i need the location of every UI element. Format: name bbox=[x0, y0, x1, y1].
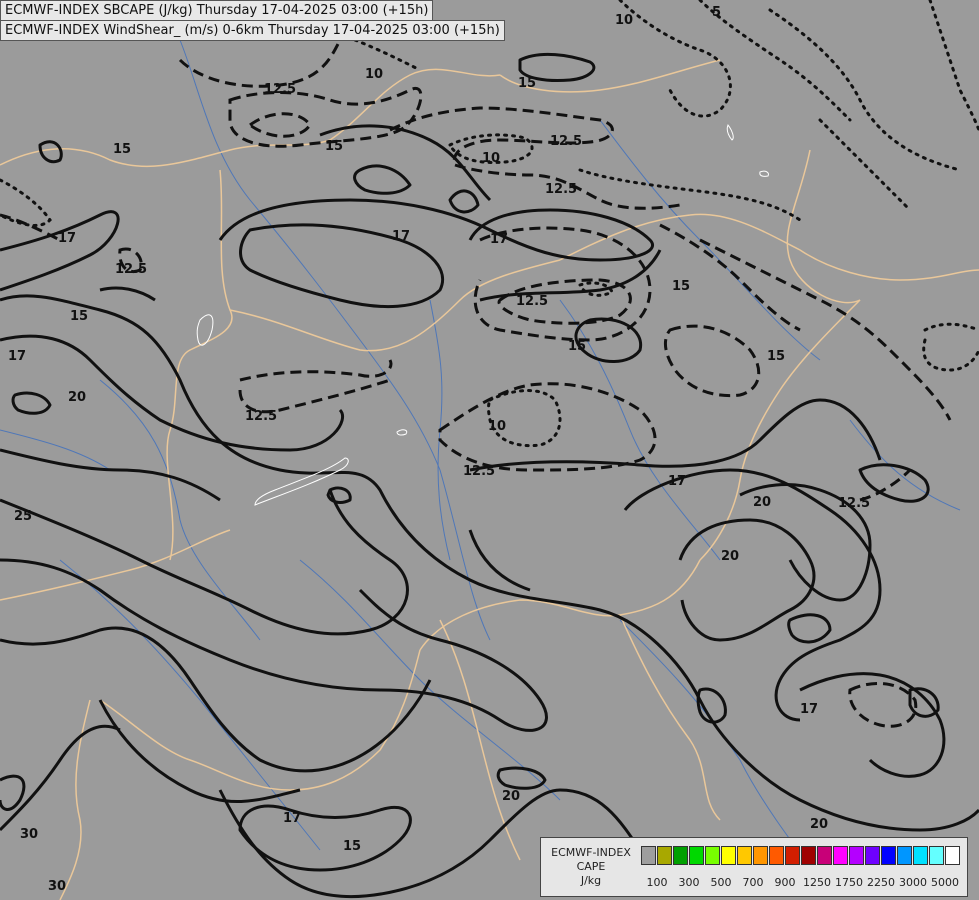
legend-swatch bbox=[689, 846, 704, 865]
contour-label: 5 bbox=[712, 5, 721, 20]
legend-swatch bbox=[785, 846, 800, 865]
contour-label: 17 bbox=[58, 231, 76, 246]
contour-label: 12.5 bbox=[516, 294, 548, 309]
legend-swatch bbox=[945, 846, 960, 865]
contour-label: 30 bbox=[20, 827, 38, 842]
legend-tick: 2250 bbox=[867, 876, 895, 889]
contour-label: 17 bbox=[800, 702, 818, 717]
legend-swatch bbox=[833, 846, 848, 865]
legend-color-scale bbox=[641, 846, 961, 866]
contour-label: 15 bbox=[518, 76, 536, 91]
contour-label: 12.5 bbox=[545, 182, 577, 197]
legend-swatch bbox=[817, 846, 832, 865]
contour-label: 12.5 bbox=[550, 134, 582, 149]
contour-label: 10 bbox=[488, 419, 506, 434]
contour-label: 15 bbox=[70, 309, 88, 324]
legend-swatch bbox=[881, 846, 896, 865]
legend-tick: 500 bbox=[710, 876, 732, 889]
legend-unit: J/kg bbox=[580, 874, 602, 887]
contour-label: 17 bbox=[490, 232, 508, 247]
legend-tick: 900 bbox=[774, 876, 796, 889]
contour-label: 20 bbox=[753, 495, 771, 510]
contour-label: 17 bbox=[392, 229, 410, 244]
legend-swatch bbox=[753, 846, 768, 865]
contour-label: 15 bbox=[568, 339, 586, 354]
contour-label: 15 bbox=[113, 142, 131, 157]
legend-tick: 700 bbox=[742, 876, 764, 889]
contour-label: 12.5 bbox=[245, 409, 277, 424]
contour-label: 10 bbox=[482, 151, 500, 166]
contour-label: 10 bbox=[365, 67, 383, 82]
legend-tick: 1750 bbox=[835, 876, 863, 889]
contour-label: 17 bbox=[8, 349, 26, 364]
map-title-cape: ECMWF-INDEX SBCAPE (J/kg) Thursday 17-04… bbox=[0, 0, 434, 21]
legend-source: ECMWF-INDEX bbox=[551, 846, 631, 859]
legend-swatch bbox=[801, 846, 816, 865]
legend-tick: 1250 bbox=[803, 876, 831, 889]
contour-label: 20 bbox=[502, 789, 520, 804]
legend-swatch bbox=[865, 846, 880, 865]
contour-label: 12.5 bbox=[463, 464, 495, 479]
contour-label: 17 bbox=[283, 811, 301, 826]
legend-swatch bbox=[673, 846, 688, 865]
contour-label: 10 bbox=[615, 13, 633, 28]
contour-label: 20 bbox=[810, 817, 828, 832]
contour-label: 12.5 bbox=[838, 496, 870, 511]
map-title-windshear: ECMWF-INDEX WindShear_ (m/s) 0-6km Thurs… bbox=[0, 20, 505, 41]
contour-label: 15 bbox=[343, 839, 361, 854]
legend-tick-labels: 100 300 500 700 900 1250 1750 2250 3000 5000 bbox=[641, 876, 961, 890]
contour-label: 30 bbox=[48, 879, 66, 894]
legend-swatch bbox=[849, 846, 864, 865]
legend-swatch bbox=[769, 846, 784, 865]
legend-swatch bbox=[737, 846, 752, 865]
legend-tick: 3000 bbox=[899, 876, 927, 889]
legend-swatch bbox=[705, 846, 720, 865]
cape-legend: ECMWF-INDEX CAPE J/kg 100 300 500 700 900 125… bbox=[540, 837, 968, 897]
legend-swatch bbox=[721, 846, 736, 865]
legend-tick: 5000 bbox=[931, 876, 959, 889]
legend-swatch bbox=[657, 846, 672, 865]
legend-swatch bbox=[913, 846, 928, 865]
contour-label: 12.5 bbox=[264, 82, 296, 97]
legend-swatch bbox=[897, 846, 912, 865]
legend-swatch bbox=[641, 846, 656, 865]
contour-label: 15 bbox=[767, 349, 785, 364]
legend-tick: 100 bbox=[646, 876, 668, 889]
contour-label: 15 bbox=[672, 279, 690, 294]
legend-swatch bbox=[929, 846, 944, 865]
contour-label: 17 bbox=[668, 474, 686, 489]
contour-label: 25 bbox=[14, 509, 32, 524]
contour-label: 20 bbox=[68, 390, 86, 405]
contour-label: 15 bbox=[325, 139, 343, 154]
contour-label: 12.5 bbox=[115, 262, 147, 277]
weather-map: 5 10 10 10 10 12.5 12.5 12.5 12.5 12.5 1… bbox=[0, 0, 979, 900]
legend-variable: CAPE bbox=[576, 860, 606, 873]
legend-title: ECMWF-INDEX CAPE J/kg bbox=[543, 846, 639, 888]
contour-label: 20 bbox=[721, 549, 739, 564]
legend-tick: 300 bbox=[678, 876, 700, 889]
